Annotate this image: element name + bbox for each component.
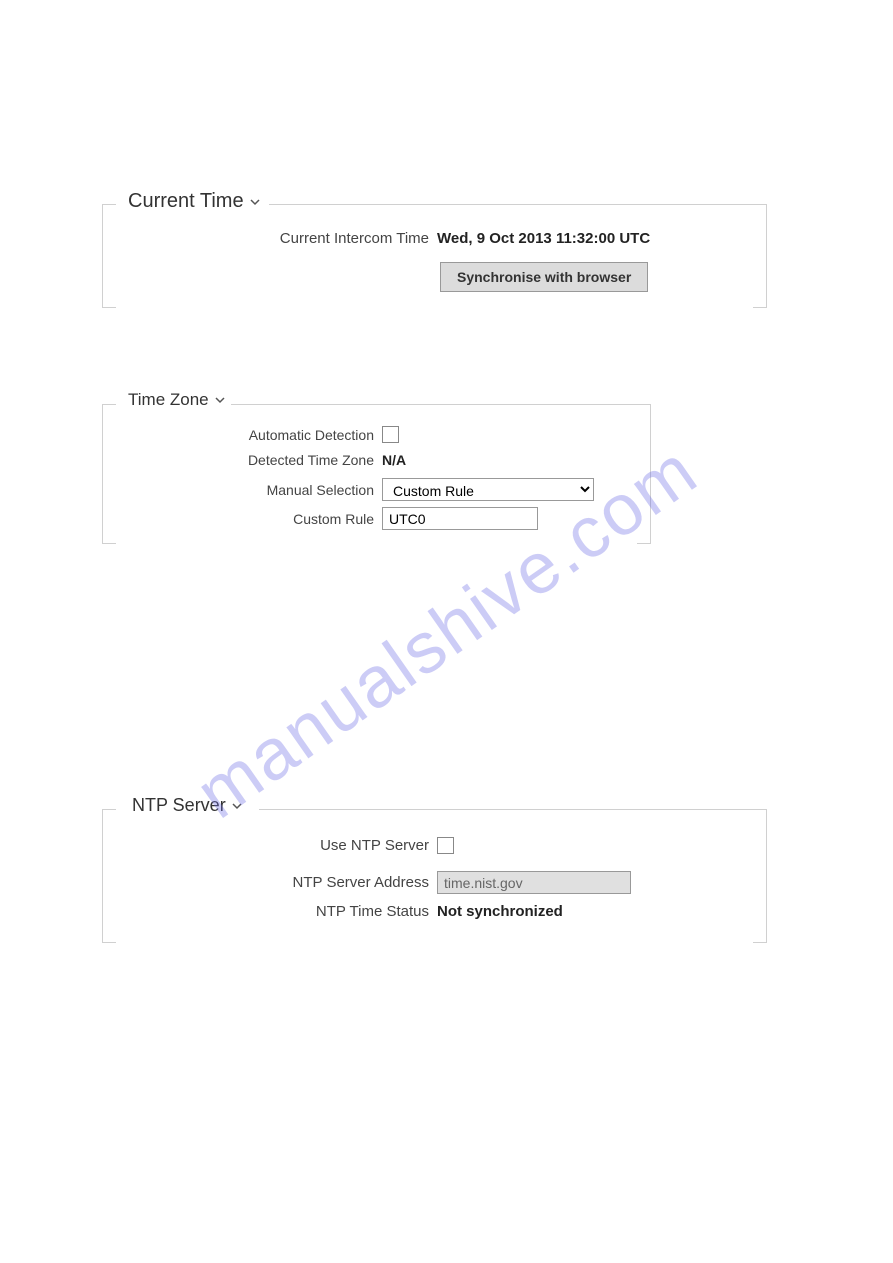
value-ntp-time-status: Not synchronized <box>437 903 563 920</box>
section-time-zone: Time Zone Automatic Detection Detected T… <box>102 390 651 544</box>
section-ntp-server: NTP Server Use NTP Server NTP Server Add… <box>102 795 767 943</box>
synchronise-button[interactable]: Synchronise with browser <box>440 262 648 292</box>
checkbox-use-ntp-server[interactable] <box>437 837 454 854</box>
label-use-ntp-server: Use NTP Server <box>102 837 437 854</box>
chevron-down-icon <box>250 197 260 207</box>
value-current-intercom-time: Wed, 9 Oct 2013 11:32:00 UTC <box>437 230 650 247</box>
label-automatic-detection: Automatic Detection <box>102 427 382 443</box>
section-title: Current Time <box>128 190 244 213</box>
checkbox-automatic-detection[interactable] <box>382 426 399 443</box>
label-manual-selection: Manual Selection <box>102 482 382 498</box>
section-title: Time Zone <box>128 390 209 410</box>
label-ntp-server-address: NTP Server Address <box>102 874 437 891</box>
label-current-intercom-time: Current Intercom Time <box>102 230 437 247</box>
label-detected-time-zone: Detected Time Zone <box>102 452 382 468</box>
section-header-ntp-server[interactable]: NTP Server <box>128 795 246 816</box>
label-ntp-time-status: NTP Time Status <box>102 903 437 920</box>
input-ntp-server-address[interactable] <box>437 871 631 894</box>
section-title: NTP Server <box>132 795 226 816</box>
section-header-current-time[interactable]: Current Time <box>124 190 264 213</box>
value-detected-time-zone: N/A <box>382 452 406 468</box>
chevron-down-icon <box>232 801 242 811</box>
select-manual-selection[interactable]: Custom Rule <box>382 478 594 501</box>
label-custom-rule: Custom Rule <box>102 511 382 527</box>
section-current-time: Current Time Current Intercom Time Wed, … <box>102 190 767 308</box>
section-header-time-zone[interactable]: Time Zone <box>124 390 229 410</box>
chevron-down-icon <box>215 395 225 405</box>
input-custom-rule[interactable] <box>382 507 538 530</box>
